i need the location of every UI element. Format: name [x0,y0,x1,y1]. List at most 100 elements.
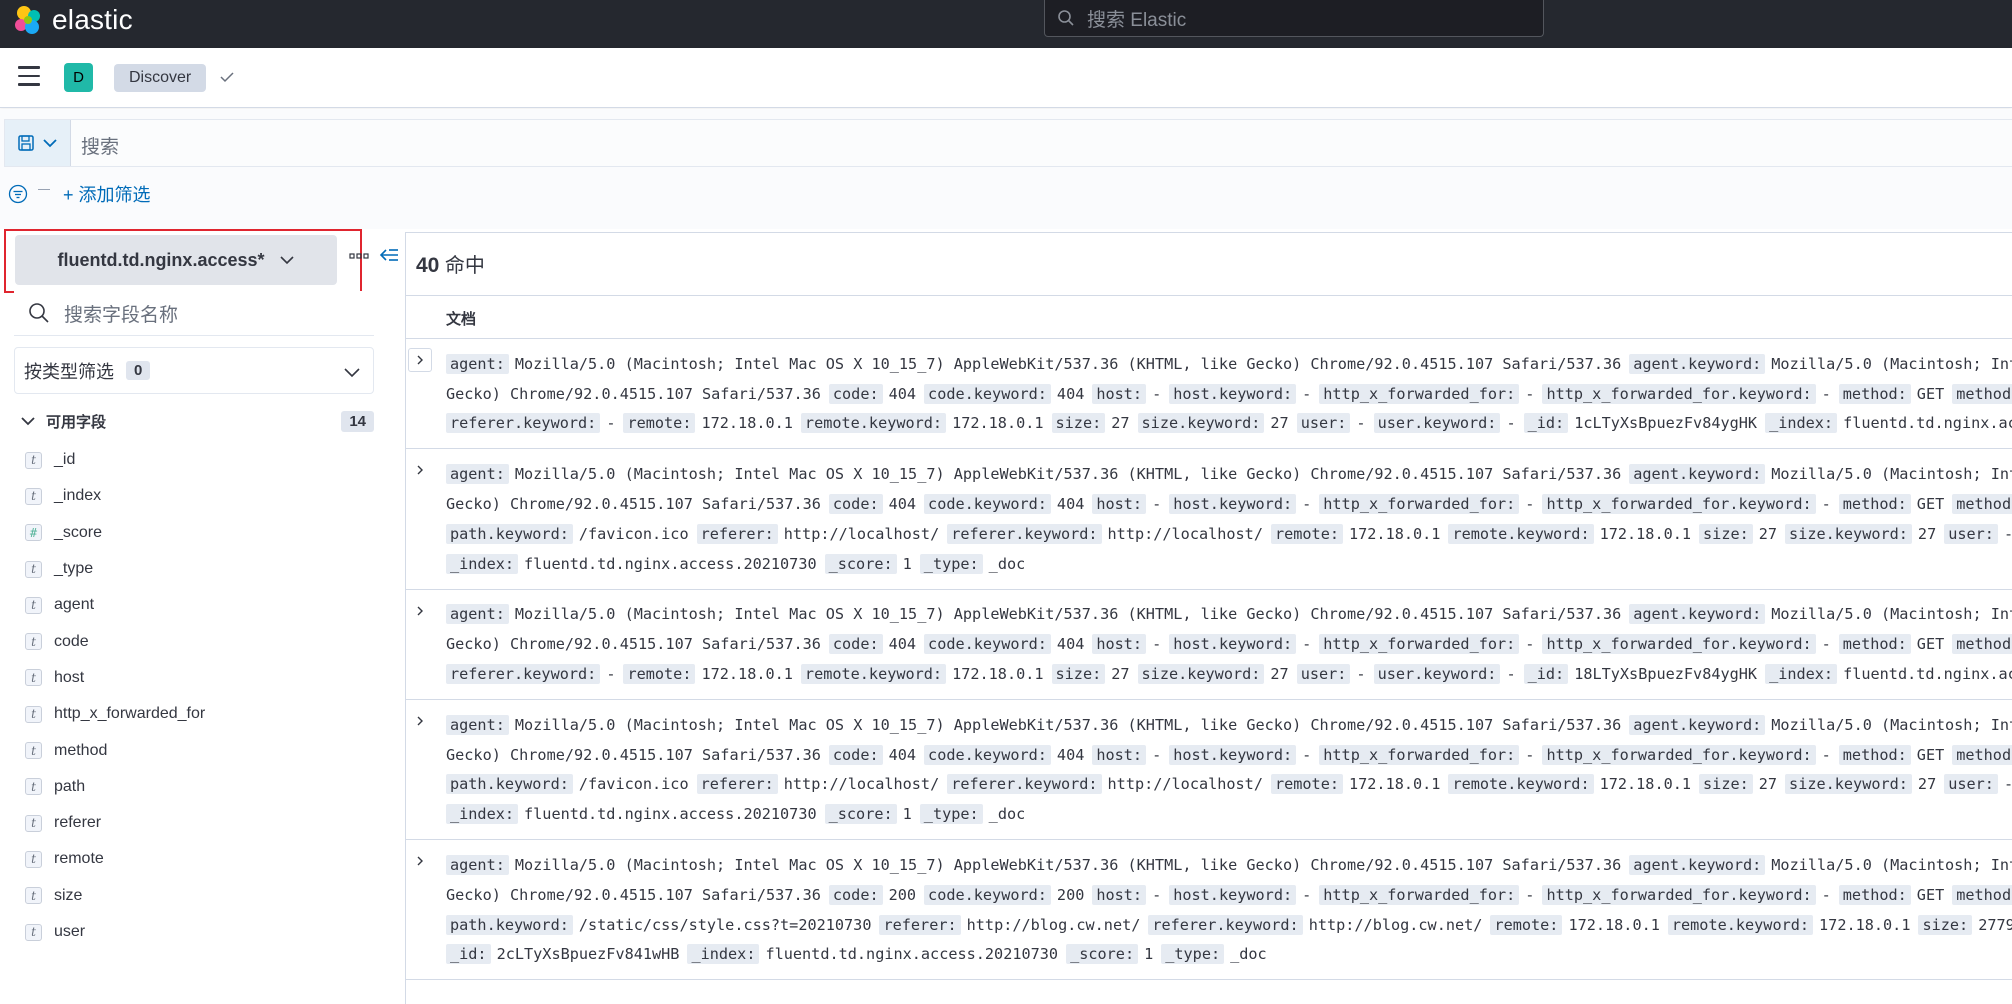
field-value: 1 [902,805,912,824]
field-value-pair: remote.keyword: 172.18.0.1 [1448,774,1691,795]
field-value-pair: method: GET [1838,494,1944,515]
field-value: - [1302,745,1312,764]
field-value-pair: http_x_forwarded_for: - [1319,383,1534,404]
query-input[interactable]: 搜索 [81,132,119,159]
field-list-item[interactable]: t path [25,769,205,805]
field-key: agent.keyword: [1629,855,1766,876]
field-value: - [1525,885,1535,904]
field-list-item[interactable]: t _index [25,478,205,514]
field-key: http_x_forwarded_for: [1319,744,1520,765]
field-value-pair: host.keyword: - [1169,494,1311,515]
field-key: referer: [696,523,778,544]
field-value-pair: host.keyword: - [1169,383,1311,404]
more-options-icon[interactable] [349,251,369,261]
field-value-pair: size.keyword: 27 [1785,523,1936,544]
field-key: host.keyword: [1169,744,1297,765]
field-list-item[interactable]: # _score [25,515,205,551]
field-name: method [54,741,108,759]
field-value-pair: agent.keyword: Mozilla/5.0 (Macintosh; In… [1629,714,2012,735]
field-key: remote: [1270,774,1343,795]
field-value-pair: Gecko) Chrome/92.0.4515.107 Safari/537.3… [446,635,821,653]
field-list-item[interactable]: t code [25,623,205,659]
field-value-pair: size.keyword: 27 [1137,413,1289,434]
field-key: agent.keyword: [1629,353,1766,374]
document-line: agent: Mozilla/5.0 (Macintosh; Intel Mac … [446,600,2012,630]
field-list-item[interactable]: t remote [25,841,205,877]
type-filter-button[interactable]: 按类型筛选 0 [14,347,374,394]
search-icon [1058,10,1074,26]
field-list-item[interactable]: t referer [25,805,205,841]
field-value-pair: agent: Mozilla/5.0 (Macintosh; Intel Mac … [446,714,1621,735]
field-list-item[interactable]: t size [25,878,205,914]
field-value: Gecko) Chrome/92.0.4515.107 Safari/537.3… [446,635,821,654]
field-value-pair: user:- [1296,413,1366,434]
results-panel: 40 命中 文档 agent: Mozilla/5.0 (Macintosh; I… [405,232,2012,1004]
field-list-item[interactable]: t method [25,732,205,768]
elastic-logo-icon [15,6,40,34]
field-value-pair: code: 200 [828,884,916,905]
field-value-pair: referer: http://blog.cw.net/ [879,914,1140,935]
field-key: http_x_forwarded_for.keyword: [1542,494,1816,515]
field-value-pair: method.keyword:GET [1952,383,2012,404]
field-key: method.keyword: [1952,383,2012,404]
expand-row-button[interactable] [408,458,432,483]
field-list-item[interactable]: t agent [25,587,205,623]
expand-row-button[interactable] [408,708,432,733]
field-key: referer.keyword: [446,664,601,685]
menu-icon[interactable] [18,66,40,86]
add-filter-link[interactable]: + 添加筛选 [63,181,151,207]
expand-row-button[interactable] [408,849,432,874]
field-list-item[interactable]: t _id [25,442,205,478]
space-avatar[interactable]: D [64,63,93,92]
field-key: _id: [446,944,491,965]
expand-row-button[interactable] [408,348,432,372]
field-key: code.keyword: [924,634,1051,655]
nav-bar: D Discover [0,48,2012,108]
available-fields-toggle[interactable]: 可用字段 14 [20,407,374,435]
expand-row-button[interactable] [408,598,432,623]
field-key: method: [1838,744,1911,765]
available-fields-label: 可用字段 [46,413,107,431]
elastic-logo[interactable]: elastic [13,4,133,36]
field-value: - [2004,775,2012,793]
field-name: size [54,886,83,904]
field-key: http_x_forwarded_for: [1319,884,1520,905]
field-list: t _id t _index # _score t _type t agent t code t host… [25,442,205,950]
field-key: agent: [446,714,509,735]
filter-icon[interactable] [8,184,28,204]
field-value-pair: code.keyword: 200 [924,884,1084,905]
field-key: remote.keyword: [1448,523,1594,544]
field-list-item[interactable]: t user [25,914,205,950]
field-value: 27 [1917,775,1937,794]
saved-query-button[interactable] [5,120,71,166]
field-key: agent.keyword: [1629,464,1766,485]
field-value-pair: size: 27 [1051,664,1130,685]
field-list-item[interactable]: t _type [25,551,205,587]
field-value: - [1525,495,1535,514]
breadcrumb-discover[interactable]: Discover [114,64,207,92]
field-key: agent: [446,464,509,485]
table-row: agent: Mozilla/5.0 (Macintosh; Intel Mac … [406,449,2012,590]
field-value-pair: remote.keyword: 172.18.0.1 [1448,523,1691,544]
field-key: remote: [1270,523,1343,544]
field-list-item[interactable]: t http_x_forwarded_for [25,696,205,732]
hit-count: 40 命中 [416,249,485,278]
field-value: GET [1916,384,1945,403]
field-key: http_x_forwarded_for: [1319,494,1520,515]
collapse-sidebar-icon[interactable] [378,244,400,266]
field-key: user: [1944,523,1998,544]
field-value: - [1821,635,1831,654]
field-value: /static/css/style.css?t=20210730 [578,915,872,934]
index-pattern-selector[interactable]: fluentd.td.nginx.access* [15,235,337,285]
field-value: 404 [888,745,917,764]
field-value-pair: size: 27 [1699,774,1777,795]
global-search-input[interactable]: 搜索 Elastic [1044,0,1544,37]
field-list-item[interactable]: t host [25,660,205,696]
field-value-pair: size: 27 [1051,413,1130,434]
field-key: method.keyword: [1952,634,2012,655]
string-type-icon: t [25,923,42,941]
field-search-input[interactable]: 搜索字段名称 [14,291,374,336]
string-type-icon: t [25,487,42,505]
chevron-right-icon [417,355,423,365]
field-value: http://localhost/ [1107,775,1263,794]
